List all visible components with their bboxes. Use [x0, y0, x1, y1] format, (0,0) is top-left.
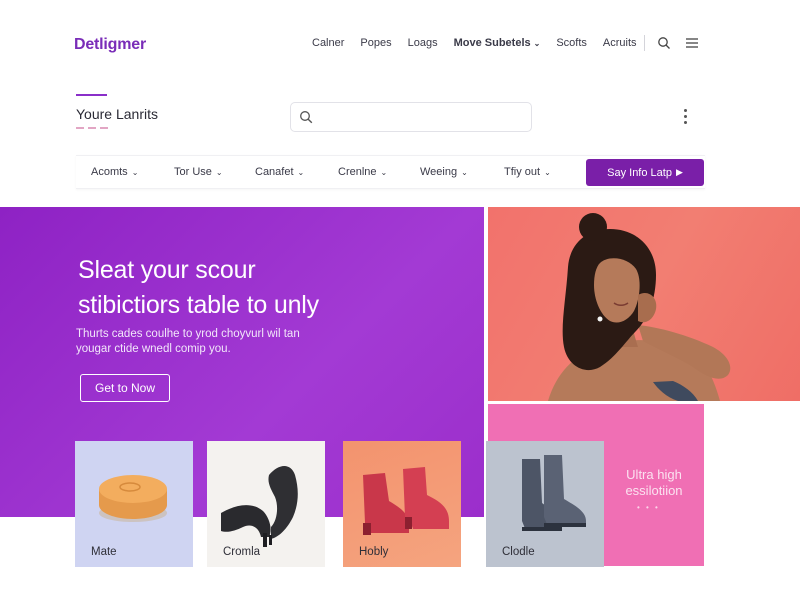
nav-item-popes[interactable]: Popes: [360, 37, 391, 49]
filter-label: Tor Use: [174, 166, 212, 178]
promo-line1: Ultra high: [626, 467, 682, 482]
menu-icon[interactable]: [683, 34, 701, 52]
top-nav: Calner Popes Loags Move Subetels ⌄ Scofts…: [312, 37, 637, 49]
product-label: Cromla: [223, 546, 261, 558]
filter-crenlne[interactable]: Crenlne ⌄: [338, 166, 387, 178]
filter-label: Canafet: [255, 166, 294, 178]
filter-acomts[interactable]: Acomts ⌄: [91, 166, 138, 178]
top-icons: [644, 34, 701, 52]
get-to-now-button[interactable]: Get to Now: [80, 374, 170, 402]
divider: [644, 35, 645, 51]
nav-item-calner[interactable]: Calner: [312, 37, 344, 49]
product-label: Clodle: [502, 546, 535, 558]
section-accent-bar: [76, 94, 107, 96]
promo-dots: • • •: [637, 503, 660, 512]
chevron-down-icon: ⌄: [380, 168, 388, 177]
hero-headline-line1: Sleat your scour: [78, 256, 256, 284]
filter-label: Acomts: [91, 166, 128, 178]
chevron-down-icon: ⌄: [215, 168, 223, 177]
cta-button[interactable]: Say Info Latp ▶: [586, 159, 704, 186]
section-title: Youre Lanrits: [76, 106, 158, 122]
chevron-right-icon: ▶: [675, 167, 683, 177]
chevron-down-icon: ⌄: [533, 39, 541, 48]
chevron-down-icon: ⌄: [297, 168, 305, 177]
page: Detligmer Calner Popes Loags Move Subete…: [0, 0, 800, 600]
filter-label: Tfiy out: [504, 166, 541, 178]
title-underline-dots: [76, 127, 108, 129]
search-input[interactable]: [319, 110, 531, 124]
filter-tfiy-out[interactable]: Tfiy out ⌄: [504, 166, 551, 178]
cta-label: Say Info Latp: [607, 166, 672, 179]
product-label: Hobly: [359, 546, 389, 558]
chevron-down-icon: ⌄: [544, 168, 551, 177]
product-card-hobly[interactable]: Hobly: [343, 441, 461, 567]
nav-item-move-subetels-label: Move Subetels: [453, 37, 531, 49]
brand-logo[interactable]: Detligmer: [74, 36, 146, 54]
user-search-icon[interactable]: [655, 34, 673, 52]
nav-item-scofts[interactable]: Scofts: [556, 37, 587, 49]
chevron-down-icon: ⌄: [461, 168, 468, 177]
chevron-down-icon: ⌄: [131, 168, 139, 177]
filter-tor-use[interactable]: Tor Use ⌄: [174, 166, 223, 178]
nav-item-move-subetels[interactable]: Move Subetels ⌄: [454, 37, 541, 49]
nav-item-acruits[interactable]: Acruits: [603, 37, 637, 49]
search-icon: [300, 111, 313, 124]
product-card-cromla[interactable]: Cromla: [207, 441, 325, 567]
search-box[interactable]: [290, 102, 532, 132]
product-card-mate[interactable]: Mate: [75, 441, 193, 567]
hero-subtext-line2: yougar ctide wnedl comip you.: [76, 343, 231, 355]
filter-label: Weeing: [420, 166, 458, 178]
filter-label: Crenlne: [338, 166, 377, 178]
product-card-clodle[interactable]: Clodle: [486, 441, 604, 567]
nav-item-loags[interactable]: Loags: [408, 37, 438, 49]
hero-subtext: Thurts cades coulhe to yrod choyvurl wil…: [76, 327, 336, 357]
woman-photo-image: [548, 213, 731, 401]
filter-weeing[interactable]: Weeing ⌄: [420, 166, 468, 178]
promo-line2: essilotiion: [625, 483, 683, 498]
hero-headline-line2: stibictiors table to unly: [78, 291, 319, 319]
product-label: Mate: [91, 546, 117, 558]
hero-subtext-line1: Thurts cades coulhe to yrod choyvurl wil…: [76, 328, 300, 340]
more-options-icon[interactable]: [678, 106, 692, 126]
model-photo: [488, 207, 800, 401]
filter-canafet[interactable]: Canafet ⌄: [255, 166, 304, 178]
hero-headline: Sleat your scour stibictiors table to un…: [78, 253, 478, 323]
promo-text: Ultra high essilotiion: [610, 467, 698, 499]
